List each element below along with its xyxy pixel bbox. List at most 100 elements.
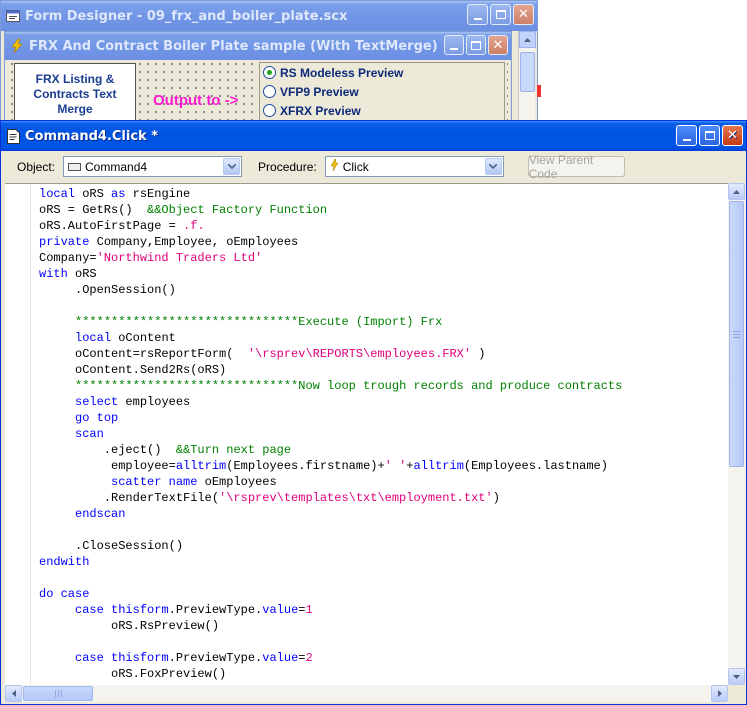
designed-form-window[interactable]: FRX And Contract Boiler Plate sample (Wi… [4, 31, 512, 132]
horizontal-scrollbar[interactable] [5, 685, 728, 702]
code-line[interactable]: oRS.RsPreview() [39, 618, 728, 634]
code-line[interactable] [39, 298, 728, 314]
form-designer-titlebar[interactable]: Form Designer - 09_frx_and_boiler_plate.… [1, 1, 537, 31]
code-line[interactable]: .OpenSession() [39, 282, 728, 298]
code-line[interactable]: case thisform.PreviewType.value=2 [39, 650, 728, 666]
code-line[interactable]: local oRS as rsEngine [39, 186, 728, 202]
code-line[interactable] [39, 634, 728, 650]
form-designer-vertical-scrollbar[interactable] [518, 31, 536, 131]
code-line[interactable]: select employees [39, 394, 728, 410]
scroll-thumb[interactable] [520, 52, 535, 92]
code-token: private [39, 235, 90, 249]
vertical-scrollbar[interactable] [728, 183, 745, 685]
scroll-up-arrow-icon[interactable] [728, 183, 745, 200]
code-token: select [75, 395, 119, 409]
code-editor-area[interactable]: local oRS as rsEngine oRS = GetRs() &&Obj… [5, 183, 728, 685]
scroll-down-arrow-icon[interactable] [728, 668, 745, 685]
code-text[interactable]: local oRS as rsEngine oRS = GetRs() &&Obj… [39, 186, 728, 682]
code-line[interactable]: case thisform.PreviewType.value=1 [39, 602, 728, 618]
code-line[interactable]: endwith [39, 554, 728, 570]
code-token: local [39, 187, 76, 201]
code-token: .RenderTextFile( [39, 491, 220, 505]
code-line[interactable]: oContent.Send2Rs(oRS) [39, 362, 728, 378]
code-token: .CloseSession() [39, 539, 184, 553]
code-line[interactable]: oRS.FoxPreview() [39, 666, 728, 682]
maximize-icon [495, 10, 506, 19]
code-line[interactable]: oRS.AutoFirstPage = .f. [39, 218, 728, 234]
code-line[interactable]: .RenderTextFile('\rsprev\templates\txt\e… [39, 490, 728, 506]
lightning-event-icon [330, 158, 339, 174]
code-line[interactable]: private Company,Employee, oEmployees [39, 234, 728, 250]
maximize-button[interactable] [699, 125, 720, 146]
maximize-button[interactable] [490, 4, 511, 25]
code-token: endscan [75, 507, 126, 521]
procedure-dropdown[interactable]: Click [324, 156, 504, 177]
code-line[interactable]: do case [39, 586, 728, 602]
object-dropdown-value: Command4 [85, 159, 148, 174]
code-line[interactable]: *******************************Now loop … [39, 378, 728, 394]
code-token: local [75, 331, 112, 345]
minimize-button[interactable] [444, 35, 464, 55]
code-line[interactable]: .CloseSession() [39, 538, 728, 554]
code-line[interactable]: oRS = GetRs() &&Object Factory Function [39, 202, 728, 218]
size-grip[interactable] [728, 685, 745, 702]
code-token: as [111, 187, 126, 201]
code-line[interactable]: with oRS [39, 266, 728, 282]
code-editor-titlebar[interactable]: Command4.Click * ✕ [1, 121, 746, 151]
option-vfp9-preview[interactable]: VFP9 Preview [260, 82, 504, 101]
view-parent-code-button[interactable]: View Parent Code [527, 153, 625, 181]
option-xfrx-preview[interactable]: XFRX Preview [260, 101, 504, 120]
vertical-scroll-thumb[interactable] [729, 201, 744, 467]
code-line[interactable]: scatter name oEmployees [39, 474, 728, 490]
close-button[interactable]: ✕ [488, 35, 508, 55]
close-button[interactable]: ✕ [722, 125, 743, 146]
scroll-right-arrow-icon[interactable] [711, 685, 728, 702]
code-token: top [96, 411, 119, 425]
horizontal-scroll-thumb[interactable] [23, 686, 93, 701]
code-line[interactable]: Company='Northwind Traders Ltd' [39, 250, 728, 266]
close-button[interactable]: ✕ [513, 4, 534, 25]
code-line[interactable]: endscan [39, 506, 728, 522]
designed-form-titlebar[interactable]: FRX And Contract Boiler Plate sample (Wi… [5, 32, 511, 60]
output-to-label[interactable]: Output to -> [153, 92, 238, 109]
close-icon: ✕ [727, 128, 738, 143]
chevron-down-icon[interactable] [484, 158, 502, 175]
code-line[interactable] [39, 522, 728, 538]
chevron-down-icon[interactable] [223, 158, 241, 175]
minimize-button[interactable] [676, 125, 697, 146]
option-label: VFP9 Preview [280, 84, 359, 99]
scroll-up-arrow-icon[interactable] [519, 31, 536, 48]
code-line[interactable]: oContent=rsReportForm( '\rsprev\REPORTS\… [39, 346, 728, 362]
code-line[interactable]: local oContent [39, 330, 728, 346]
code-line[interactable]: scan [39, 426, 728, 442]
code-token: oRS.FoxPreview() [39, 667, 227, 681]
form-designer-window: Form Designer - 09_frx_and_boiler_plate.… [0, 0, 541, 132]
code-token: employee= [39, 459, 176, 473]
code-line[interactable]: go top [39, 410, 728, 426]
code-token: '\rsprev\REPORTS\employees.FRX' [247, 347, 472, 361]
minimize-button[interactable] [467, 4, 488, 25]
object-dropdown[interactable]: Command4 [63, 156, 243, 177]
code-line[interactable]: *******************************Execute (… [39, 314, 728, 330]
maximize-button[interactable] [466, 35, 486, 55]
scroll-left-arrow-icon[interactable] [5, 685, 22, 702]
code-line[interactable] [39, 570, 728, 586]
code-token: ) [492, 491, 500, 505]
code-line[interactable]: employee=alltrim(Employees.firstname)+' … [39, 458, 728, 474]
frx-listing-command-button[interactable]: FRX Listing & Contracts Text Merge [14, 63, 136, 125]
code-token: rsEngine [125, 187, 191, 201]
code-token: .OpenSession() [39, 283, 176, 297]
radio-selected-icon [263, 66, 276, 79]
option-rs-modeless-preview[interactable]: RS Modeless Preview [260, 63, 504, 82]
code-line[interactable]: .eject() &&Turn next page [39, 442, 728, 458]
